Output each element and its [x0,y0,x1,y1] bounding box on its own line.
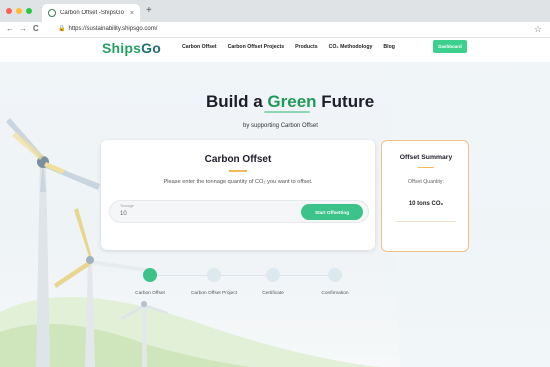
hero-section: Build a Green Future by supporting Carbo… [0,62,550,367]
dashboard-button[interactable]: Dashboard [433,40,467,53]
step-circle [266,268,280,282]
browser-toolbar: ← → C 🔒 https://sustainability.shipsgo.c… [0,22,550,38]
url-text: https://sustainability.shipsgo.com/ [68,25,158,32]
summary-bottom-divider [396,221,456,222]
nav-carbon-offset[interactable]: Carbon Offset [182,44,217,50]
card-prompt: Please enter the tonnage quantity of CO₂… [163,179,313,185]
maximize-window-button[interactable] [26,8,32,14]
nav-carbon-offset-projects[interactable]: Carbon Offset Projects [228,44,285,50]
summary-divider [418,167,434,169]
step-circle [328,268,342,282]
browser-tab[interactable]: Carbon Offset -ShipsGo × [42,4,140,22]
step-circle [143,268,157,282]
bookmark-star-icon[interactable]: ☆ [534,24,542,35]
tab-close-icon[interactable]: × [130,10,134,17]
step-circle [207,268,221,282]
window-controls [6,8,32,14]
step-label: Carbon Offset [135,291,165,296]
minimize-window-button[interactable] [16,8,22,14]
summary-title: Offset Summary [399,154,453,161]
tonnage-input-value[interactable]: 10 [120,211,127,217]
offset-summary-panel: Offset Summary Offset Quantity: 10 tons … [381,140,469,252]
tonnage-input-label: Tonnage [120,204,134,208]
tab-title: Carbon Offset -ShipsGo [60,10,124,16]
reload-icon[interactable]: C [33,24,39,34]
hero-subtitle: by supporting Carbon Offset [243,123,318,129]
new-tab-button[interactable]: + [146,6,152,16]
close-window-button[interactable] [6,8,12,14]
shipsgo-logo[interactable]: ShipsGo [102,40,161,56]
lock-icon: 🔒 [58,26,66,32]
address-bar[interactable]: 🔒 https://sustainability.shipsgo.com/ [58,25,158,33]
title-divider [229,170,247,172]
hero-title: Build a Green Future [206,92,375,113]
hero-title-part1: Build a [206,92,268,111]
carbon-offset-card: Carbon Offset Please enter the tonnage q… [101,140,375,250]
back-arrow-icon[interactable]: ← [6,24,14,34]
forward-arrow-icon[interactable]: → [19,24,27,34]
green-underline [264,111,310,113]
main-nav: Carbon Offset Carbon Offset Projects Pro… [182,44,395,50]
step-carbon-offset[interactable]: Carbon Offset [113,268,187,304]
nav-co2-methodology[interactable]: CO₂ Methodology [329,44,373,50]
hero-title-green: Green [267,92,317,111]
start-offsetting-button[interactable]: Start Offsetting [301,204,363,220]
site-header: ShipsGo Carbon Offset Carbon Offset Proj… [0,38,550,62]
progress-steps: Carbon Offset Carbon Offset Project Cert… [120,268,370,304]
nav-blog[interactable]: Blog [383,44,395,50]
step-confirmation[interactable]: Confirmation [298,268,372,304]
favicon-icon [48,9,56,17]
logo-ships: Ships [102,40,142,56]
step-label: Confirmation [321,291,349,296]
summary-value: 10 tons CO₂ [408,201,444,207]
logo-go: Go [141,40,161,56]
hero-title-part2: Future [316,92,375,111]
card-title: Carbon Offset [204,154,272,165]
summary-label: Offset Quantity: [408,179,444,185]
browser-tab-strip: Carbon Offset -ShipsGo × + [0,0,550,22]
nav-products[interactable]: Products [295,44,317,50]
